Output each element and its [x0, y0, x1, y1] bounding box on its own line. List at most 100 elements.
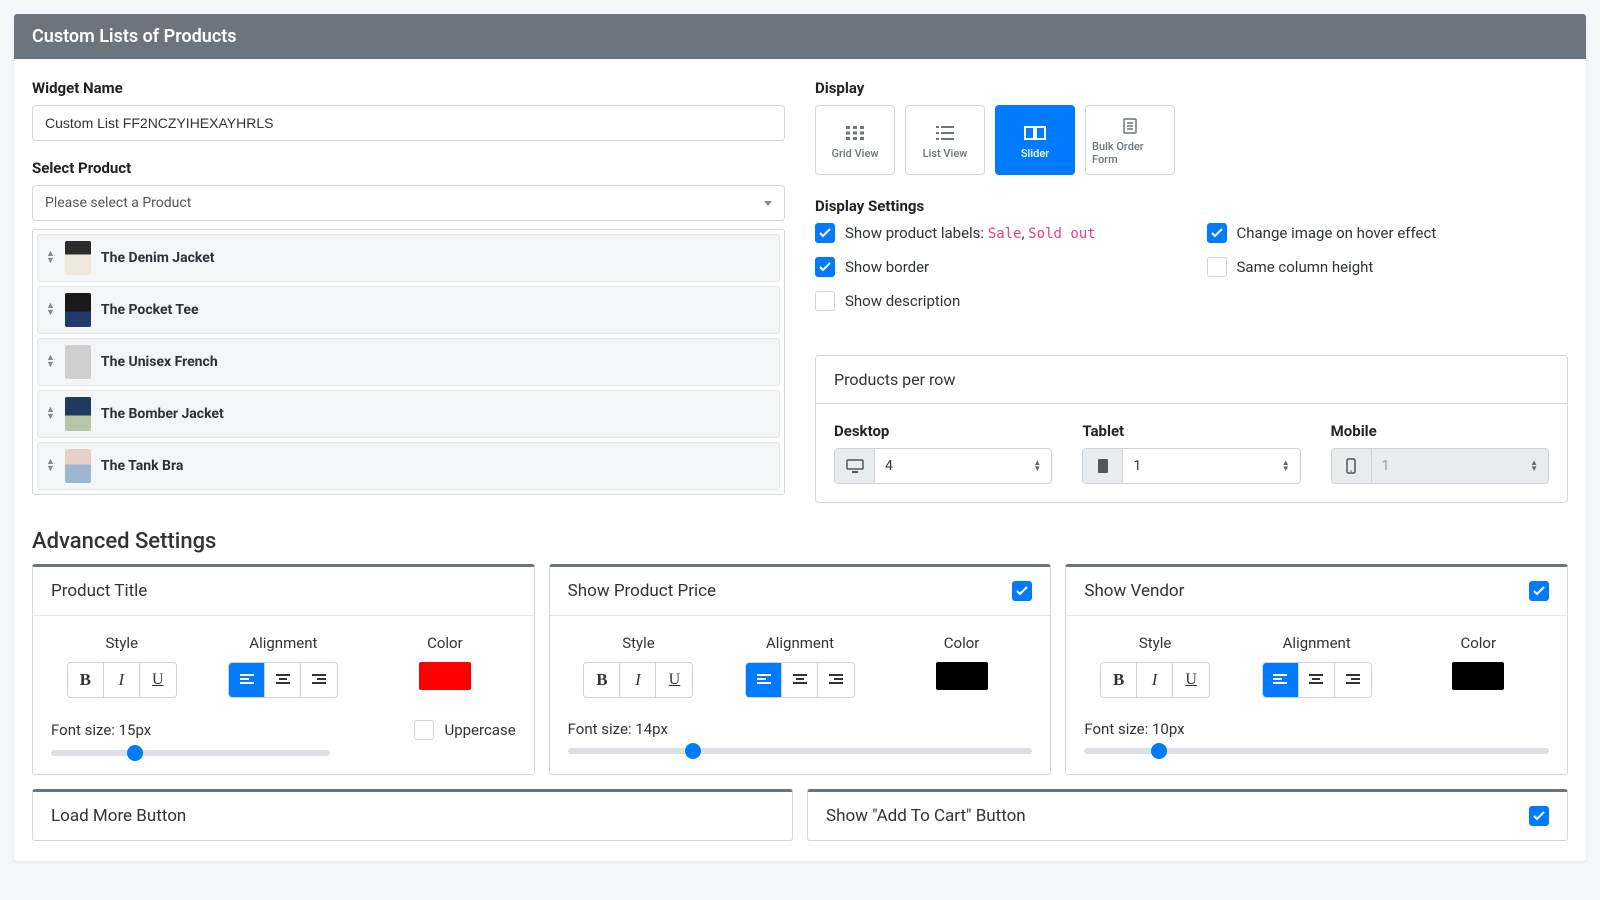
italic-button[interactable]: I: [620, 663, 656, 697]
bold-button[interactable]: B: [584, 663, 620, 697]
font-size-slider[interactable]: [51, 750, 330, 756]
list-item[interactable]: ▲▼ The Pocket Tee: [37, 286, 780, 334]
product-thumb: [65, 241, 91, 275]
list-item[interactable]: ▲▼ The Tank Bra: [37, 442, 780, 490]
advanced-settings-heading: Advanced Settings: [32, 529, 1568, 554]
alignment-heading: Alignment: [729, 634, 871, 652]
list-item[interactable]: ▲▼ The Denim Jacket: [37, 234, 780, 282]
align-right-button[interactable]: [301, 663, 337, 697]
style-heading: Style: [51, 634, 193, 652]
slider-button[interactable]: Slider: [995, 105, 1075, 175]
italic-button[interactable]: I: [104, 663, 140, 697]
ppr-tablet-select[interactable]: 1▲▼: [1082, 448, 1300, 484]
list-view-button[interactable]: List View: [905, 105, 985, 175]
same-height-checkbox[interactable]: [1207, 257, 1227, 277]
product-name: The Unisex French: [101, 354, 218, 370]
disp-label: Bulk Order Form: [1092, 140, 1168, 166]
color-heading: Color: [891, 634, 1033, 652]
alignment-buttons: [228, 662, 338, 698]
show-description-label: Show description: [845, 292, 960, 310]
product-price-card: Show Product Price Style B I U: [549, 564, 1052, 775]
select-product-placeholder: Please select a Product: [45, 195, 191, 211]
style-heading: Style: [568, 634, 710, 652]
grid-icon: [846, 123, 864, 143]
align-right-button[interactable]: [1335, 663, 1371, 697]
price-toggle-checkbox[interactable]: [1012, 581, 1032, 601]
color-heading: Color: [1407, 634, 1549, 652]
list-item[interactable]: ▲▼ The Bomber Jacket: [37, 390, 780, 438]
slider-thumb[interactable]: [127, 745, 143, 761]
widget-name-label: Widget Name: [32, 79, 785, 97]
select-product-dropdown[interactable]: Please select a Product: [32, 185, 785, 221]
color-heading: Color: [374, 634, 516, 652]
desktop-icon: [835, 449, 875, 483]
underline-button[interactable]: U: [656, 663, 692, 697]
vendor-toggle-checkbox[interactable]: [1529, 581, 1549, 601]
alignment-heading: Alignment: [213, 634, 355, 652]
slider-thumb[interactable]: [685, 743, 701, 759]
font-size-label: Font size: 14px: [568, 720, 668, 738]
widget-name-input[interactable]: [32, 105, 785, 141]
add-to-cart-toggle-checkbox[interactable]: [1529, 806, 1549, 826]
bold-button[interactable]: B: [68, 663, 104, 697]
bulk-order-button[interactable]: Bulk Order Form: [1085, 105, 1175, 175]
color-swatch[interactable]: [419, 662, 471, 690]
product-thumb: [65, 397, 91, 431]
grid-view-button[interactable]: Grid View: [815, 105, 895, 175]
style-heading: Style: [1084, 634, 1226, 652]
card-title: Show Product Price: [568, 581, 716, 601]
bold-button[interactable]: B: [1101, 663, 1137, 697]
sort-handle-icon[interactable]: ▲▼: [46, 251, 55, 265]
display-label: Display: [815, 79, 1568, 97]
hover-effect-label: Change image on hover effect: [1237, 224, 1437, 242]
bulk-order-icon: [1122, 116, 1138, 136]
slider-icon: [1024, 123, 1046, 143]
select-product-label: Select Product: [32, 159, 785, 177]
italic-button[interactable]: I: [1137, 663, 1173, 697]
sort-handle-icon[interactable]: ▲▼: [46, 407, 55, 421]
align-left-button[interactable]: [229, 663, 265, 697]
tablet-icon: [1083, 449, 1123, 483]
ppr-tablet-label: Tablet: [1082, 422, 1300, 440]
underline-button[interactable]: U: [1173, 663, 1209, 697]
sort-handle-icon[interactable]: ▲▼: [46, 303, 55, 317]
load-more-card: Load More Button: [32, 789, 793, 841]
stepper-icon: ▲▼: [1530, 460, 1538, 472]
sort-handle-icon[interactable]: ▲▼: [46, 355, 55, 369]
alignment-heading: Alignment: [1246, 634, 1388, 652]
panel-title: Custom Lists of Products: [14, 14, 1586, 59]
align-left-button[interactable]: [746, 663, 782, 697]
list-item[interactable]: ▲▼ The Unisex French: [37, 338, 780, 386]
align-left-button[interactable]: [1263, 663, 1299, 697]
color-swatch[interactable]: [1452, 662, 1504, 690]
chevron-down-icon: [764, 201, 772, 206]
product-name: The Denim Jacket: [101, 250, 215, 266]
product-thumb: [65, 293, 91, 327]
same-height-label: Same column height: [1237, 258, 1374, 276]
main-panel: Custom Lists of Products Widget Name Sel…: [14, 14, 1586, 861]
product-thumb: [65, 345, 91, 379]
vendor-card: Show Vendor Style B I U: [1065, 564, 1568, 775]
disp-label: Grid View: [831, 147, 878, 160]
align-right-button[interactable]: [818, 663, 854, 697]
disp-label: List View: [923, 147, 968, 160]
underline-button[interactable]: U: [140, 663, 176, 697]
align-center-button[interactable]: [265, 663, 301, 697]
sort-handle-icon[interactable]: ▲▼: [46, 459, 55, 473]
color-swatch[interactable]: [936, 662, 988, 690]
font-size-slider[interactable]: [568, 748, 1033, 754]
show-border-checkbox[interactable]: [815, 257, 835, 277]
show-labels-checkbox[interactable]: [815, 223, 835, 243]
product-title-card: Product Title Style B I U: [32, 564, 535, 775]
card-title: Load More Button: [51, 806, 186, 826]
hover-effect-checkbox[interactable]: [1207, 223, 1227, 243]
style-buttons: B I U: [67, 662, 177, 698]
show-description-checkbox[interactable]: [815, 291, 835, 311]
ppr-desktop-select[interactable]: 4▲▼: [834, 448, 1052, 484]
align-center-button[interactable]: [1299, 663, 1335, 697]
slider-thumb[interactable]: [1151, 743, 1167, 759]
align-center-button[interactable]: [782, 663, 818, 697]
product-list: ▲▼ The Denim Jacket ▲▼ The Pocket Tee ▲▼…: [32, 229, 785, 495]
uppercase-checkbox[interactable]: [414, 720, 434, 740]
font-size-slider[interactable]: [1084, 748, 1549, 754]
